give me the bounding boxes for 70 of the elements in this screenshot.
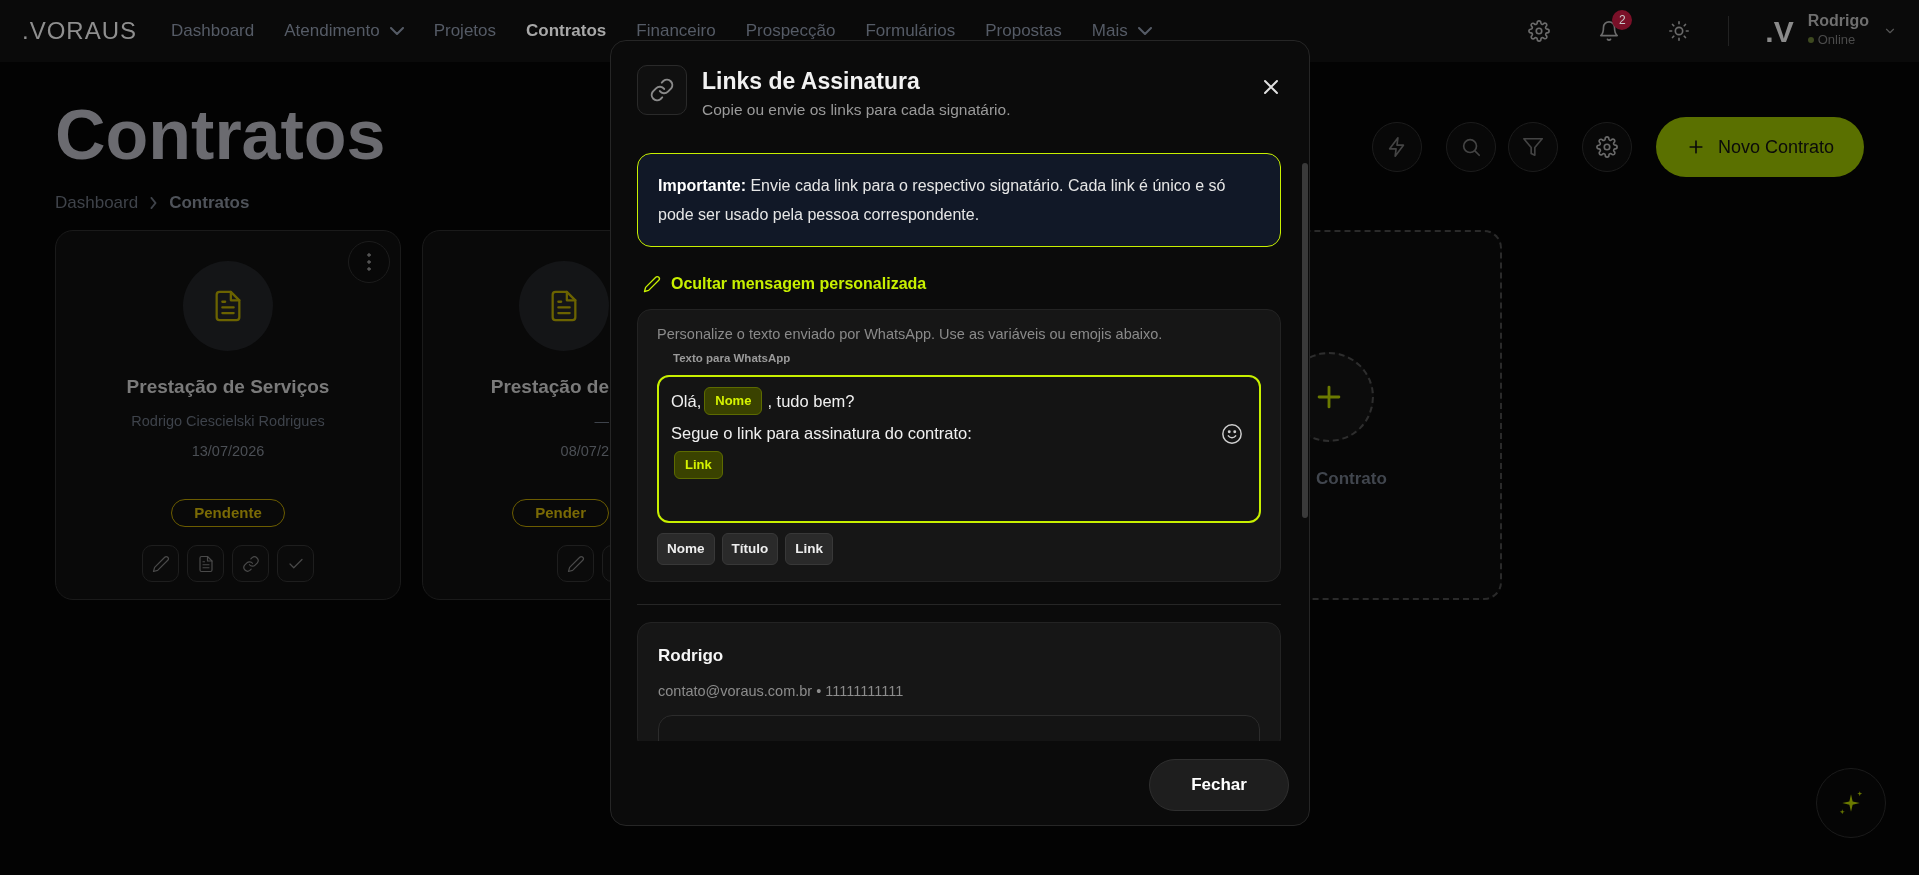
search-button[interactable] xyxy=(1445,122,1496,172)
card-date: 13/07/2026 xyxy=(191,441,265,461)
variable-token: Link xyxy=(674,451,723,479)
nav-link[interactable]: Financeiro xyxy=(636,18,716,44)
card-title: Prestação de Serviços xyxy=(126,374,330,399)
breadcrumb-current: Contratos xyxy=(169,192,250,214)
lightning-button[interactable] xyxy=(1371,122,1422,172)
variable-token: Nome xyxy=(704,387,763,415)
modal-subtitle: Copie ou envie os links para cada signatário. xyxy=(702,99,1011,120)
nav-link[interactable]: Prospecção xyxy=(745,18,836,44)
card-date: 08/07/2 xyxy=(560,441,609,461)
scrollbar[interactable] xyxy=(1302,163,1308,518)
document-icon xyxy=(196,554,215,573)
new-contract-label: Contrato xyxy=(1316,467,1387,490)
close-button[interactable]: Fechar xyxy=(1149,759,1289,811)
nav-link[interactable]: Propostas xyxy=(985,18,1062,44)
nav-link[interactable]: Projetos xyxy=(433,18,497,44)
sun-icon[interactable] xyxy=(1668,20,1691,42)
pencil-icon xyxy=(566,554,585,573)
page-title: Contratos xyxy=(55,100,386,170)
pencil-icon xyxy=(151,554,170,573)
link-icon xyxy=(241,554,260,573)
settings-icon[interactable] xyxy=(1528,20,1551,42)
nav-link[interactable]: Contratos xyxy=(526,18,607,44)
variable-chip[interactable]: Nome xyxy=(657,533,715,566)
app-logo[interactable]: .VORAUS xyxy=(22,13,138,49)
card-title: Prestação de xyxy=(490,374,609,399)
filter-button[interactable] xyxy=(1507,122,1558,172)
more-icon xyxy=(367,252,371,271)
user-name: Rodrigo xyxy=(1807,12,1869,31)
message-text: Olá, xyxy=(671,390,702,412)
signer-name: Rodrigo xyxy=(658,645,725,668)
status-dot xyxy=(1807,36,1814,43)
breadcrumb-link[interactable]: Dashboard xyxy=(55,190,139,216)
pencil-icon xyxy=(643,275,661,293)
hide-message-link[interactable]: Ocultar mensagem personalizada xyxy=(643,272,927,296)
chevron-right-icon xyxy=(150,196,158,209)
document-button[interactable] xyxy=(187,545,224,582)
edit-button[interactable] xyxy=(142,545,179,582)
settings-button[interactable] xyxy=(1581,122,1632,172)
link-button[interactable] xyxy=(232,545,269,582)
settings-icon xyxy=(1595,136,1618,158)
nav-link[interactable]: Formulários xyxy=(865,18,956,44)
nav-link[interactable]: Atendimento xyxy=(284,18,404,44)
modal-title: Links de Assinatura xyxy=(702,68,921,96)
new-contract-button[interactable]: Novo Contrato xyxy=(1655,117,1864,177)
message-field[interactable]: Olá, Nome , tudo bem? Segue o link para assinatura do contrato: Link xyxy=(657,375,1261,523)
link-icon xyxy=(649,77,675,103)
nav-link[interactable]: Dashboard xyxy=(171,18,255,44)
bell-icon[interactable] xyxy=(1598,20,1621,42)
notice-message: Importante: Envie cada link para o respectivo signatário. Cada link é único e só pode ser usado pela pessoa correspondente. xyxy=(637,153,1281,247)
message-text: , tudo bem? xyxy=(767,390,855,412)
variable-chip[interactable]: Título xyxy=(721,533,779,566)
user-avatar[interactable]: .V xyxy=(1765,8,1794,54)
variable-chip[interactable]: Link xyxy=(785,533,834,566)
card-person: — xyxy=(594,412,609,431)
chevron-down-icon xyxy=(389,27,404,35)
signer-contact: contato@voraus.com.br • 11111111111 xyxy=(658,681,905,701)
user-status: Online xyxy=(1817,31,1856,50)
more-button[interactable] xyxy=(348,240,390,283)
notification-badge: 2 xyxy=(1612,10,1633,30)
filter-icon xyxy=(1521,136,1544,158)
edit-button[interactable] xyxy=(557,545,594,582)
message-text: Segue o link para assinatura do contrato: xyxy=(671,422,972,444)
nav-link[interactable]: Mais xyxy=(1091,18,1152,44)
smiley-icon[interactable] xyxy=(1221,423,1243,445)
card-person: Rodrigo Ciescielski Rodrigues xyxy=(131,412,325,431)
approve-button[interactable] xyxy=(277,545,314,582)
field-label: Texto para WhatsApp xyxy=(673,350,792,366)
chevron-down-icon xyxy=(1137,27,1152,35)
